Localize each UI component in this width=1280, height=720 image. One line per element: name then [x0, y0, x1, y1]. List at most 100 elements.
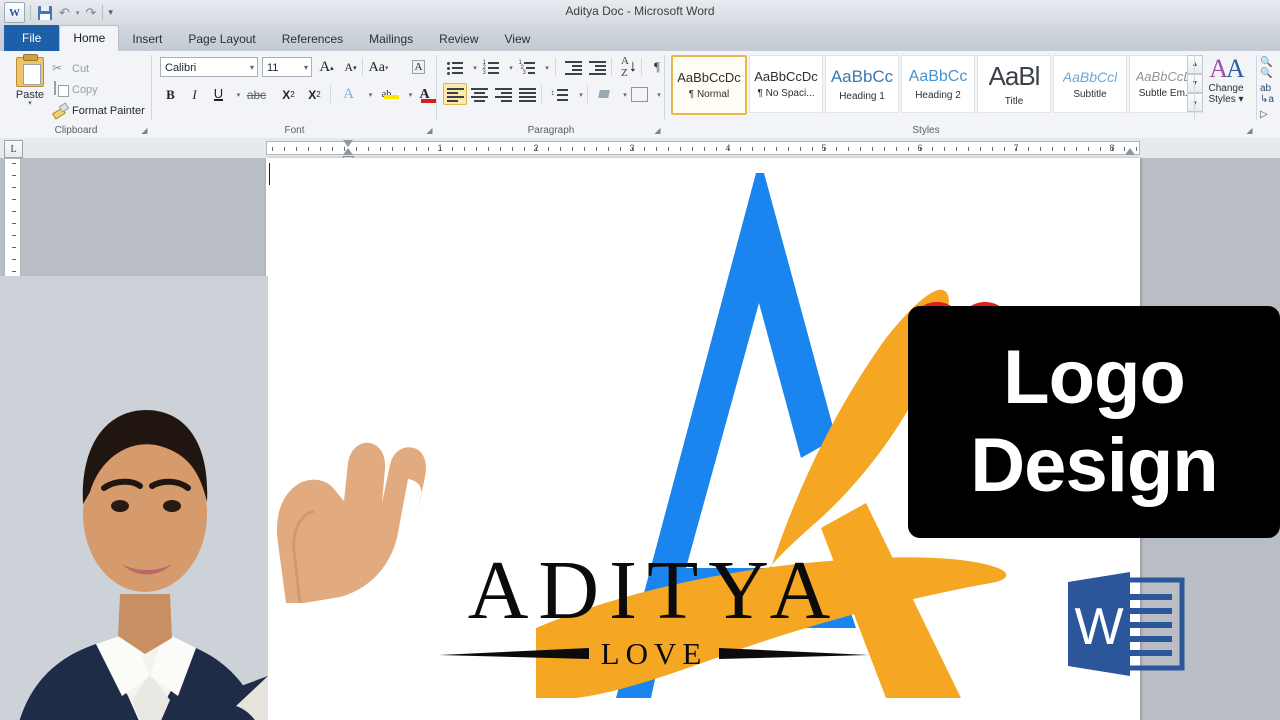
bullets-button[interactable] — [445, 57, 465, 78]
ruler-tick — [740, 147, 741, 151]
line-spacing-dropdown-icon[interactable]: ▾ — [571, 84, 591, 105]
paragraph-dialog-launcher-icon[interactable]: ◢ — [653, 126, 662, 135]
italic-button[interactable]: I — [184, 84, 205, 105]
ruler-tick — [752, 147, 753, 151]
ruler-tick — [296, 147, 297, 151]
tab-file[interactable]: File — [4, 25, 60, 51]
subscript-button[interactable]: X2 — [278, 84, 299, 105]
tab-selector-button[interactable]: L — [4, 140, 23, 158]
window-title: Aditya Doc - Microsoft Word — [565, 4, 715, 18]
decrease-indent-button[interactable] — [563, 57, 583, 78]
logo-design-overlay: Logo Design — [908, 306, 1280, 538]
chevron-down-icon[interactable]: ▾ — [28, 100, 32, 107]
font-color-button[interactable]: A — [414, 84, 437, 105]
numbering-button[interactable]: 123 — [481, 57, 501, 78]
clipboard-dialog-launcher-icon[interactable]: ◢ — [140, 126, 149, 135]
ribbon-group-editing: 🔍🔍 ab ↳a ▷ — [1258, 51, 1280, 138]
align-left-button[interactable] — [443, 83, 467, 105]
ruler-tick — [12, 223, 16, 224]
change-case-button[interactable]: Aa ▾ — [368, 57, 389, 78]
justify-button[interactable] — [517, 84, 537, 105]
ribbon-group-clipboard: Paste ▾ ✂ Cut Copy Format Painter Clipbo… — [0, 51, 152, 138]
multilevel-list-button[interactable]: 123 — [517, 57, 537, 78]
chevron-down-icon[interactable]: ▾ — [304, 58, 308, 78]
align-right-button[interactable] — [493, 84, 513, 105]
bold-button[interactable]: B — [160, 84, 181, 105]
text-effects-label: A — [343, 86, 354, 102]
ruler-tick — [332, 147, 333, 151]
find-icon[interactable]: 🔍🔍 — [1260, 57, 1280, 79]
ruler-tick — [392, 147, 393, 151]
increase-indent-button[interactable] — [587, 57, 607, 78]
right-indent-marker[interactable] — [1125, 148, 1136, 157]
ruler-tick — [944, 147, 945, 151]
shrink-font-button[interactable]: A ▾ — [340, 57, 361, 78]
ruler-tick — [692, 147, 693, 151]
style-name: Subtitle — [1073, 88, 1107, 100]
tab-mailings[interactable]: Mailings — [356, 27, 426, 51]
line-spacing-button[interactable]: ↕ — [549, 84, 569, 105]
format-painter-button[interactable]: Format Painter — [52, 101, 145, 120]
clear-formatting-button[interactable]: A — [408, 56, 429, 77]
ruler-tick — [428, 147, 429, 151]
clear-formatting-icon: A — [411, 59, 426, 74]
font-dialog-launcher-icon[interactable]: ◢ — [425, 126, 434, 135]
style-item-no-spacing[interactable]: AaBbCcDc ¶ No Spaci... — [749, 55, 823, 113]
tab-page-layout[interactable]: Page Layout — [175, 27, 268, 51]
styles-gallery: AaBbCcDc ¶ Normal AaBbCcDc ¶ No Spaci...… — [671, 55, 1203, 115]
text-cursor — [269, 163, 270, 185]
underline-label: U — [213, 86, 224, 101]
hanging-indent-marker[interactable] — [343, 148, 354, 164]
tab-insert[interactable]: Insert — [119, 27, 175, 51]
grow-font-button[interactable]: A ▴ — [316, 57, 337, 78]
ruler-tick — [776, 147, 777, 151]
style-name: Heading 2 — [915, 89, 961, 101]
align-center-button[interactable] — [469, 84, 489, 105]
ruler-number: 3 — [629, 143, 635, 153]
replace-icon[interactable]: ab ↳a — [1260, 83, 1274, 105]
ruler-tick — [596, 147, 597, 151]
grow-font-label: A — [319, 59, 331, 75]
select-icon[interactable]: ▷ — [1260, 109, 1268, 120]
change-styles-button[interactable]: AA Change Styles ▾ — [1201, 55, 1251, 106]
borders-button[interactable] — [629, 84, 649, 105]
title-bar: W ↶ ▾ ↷ ▾ Aditya Doc - Microsoft Word — [0, 0, 1280, 25]
underline-button[interactable]: U — [208, 84, 229, 105]
text-effects-button[interactable]: A — [338, 84, 359, 105]
sort-button[interactable]: A Z ↓ — [619, 55, 639, 79]
ruler-tick — [668, 147, 669, 151]
change-case-label: Aa — [368, 59, 385, 75]
font-size-input[interactable]: 11 ▾ — [262, 57, 312, 77]
ribbon-group-font: Calibri ▾ 11 ▾ A ▴ A ▾ Aa ▾ A B I U ▾ ab… — [152, 51, 446, 138]
style-item-heading-1[interactable]: AaBbCc Heading 1 — [825, 55, 899, 113]
multilevel-dropdown-icon[interactable]: ▾ — [537, 57, 557, 78]
first-line-indent-marker[interactable] — [343, 140, 354, 148]
style-item-heading-2[interactable]: AaBbCc Heading 2 — [901, 55, 975, 113]
styles-dialog-launcher-icon[interactable]: ◢ — [1245, 126, 1254, 135]
style-item-subtitle[interactable]: AaBbCcl Subtitle — [1053, 55, 1127, 113]
logo-tagline: LOVE — [600, 636, 708, 671]
ruler-tick — [764, 147, 765, 151]
tab-review[interactable]: Review — [426, 27, 491, 51]
ruler-tick — [884, 147, 885, 151]
ruler-tick — [896, 147, 897, 151]
shading-button[interactable] — [595, 84, 615, 105]
copy-button[interactable]: Copy — [52, 80, 98, 99]
tab-view[interactable]: View — [492, 27, 544, 51]
presenter-hand — [276, 442, 426, 603]
strikethrough-button[interactable]: abc — [246, 84, 267, 105]
tab-references[interactable]: References — [269, 27, 356, 51]
highlight-button[interactable]: ab — [376, 84, 399, 105]
ruler-scale[interactable]: 1 2 3 4 5 6 7 8 — [266, 141, 1140, 155]
horizontal-ruler[interactable]: L 1 2 3 4 5 6 7 8 — [0, 138, 1280, 164]
superscript-button[interactable]: X2 — [304, 84, 325, 105]
ruler-tick — [476, 147, 477, 151]
style-item-normal[interactable]: AaBbCcDc ¶ Normal — [671, 55, 747, 115]
font-name-input[interactable]: Calibri ▾ — [160, 57, 258, 77]
tab-home[interactable]: Home — [59, 25, 120, 51]
ruler-tick — [932, 147, 933, 151]
cut-button[interactable]: ✂ Cut — [52, 59, 89, 78]
style-item-title[interactable]: AaBl Title — [977, 55, 1051, 113]
paste-button[interactable]: Paste ▾ — [8, 54, 52, 117]
chevron-down-icon[interactable]: ▾ — [250, 58, 254, 78]
